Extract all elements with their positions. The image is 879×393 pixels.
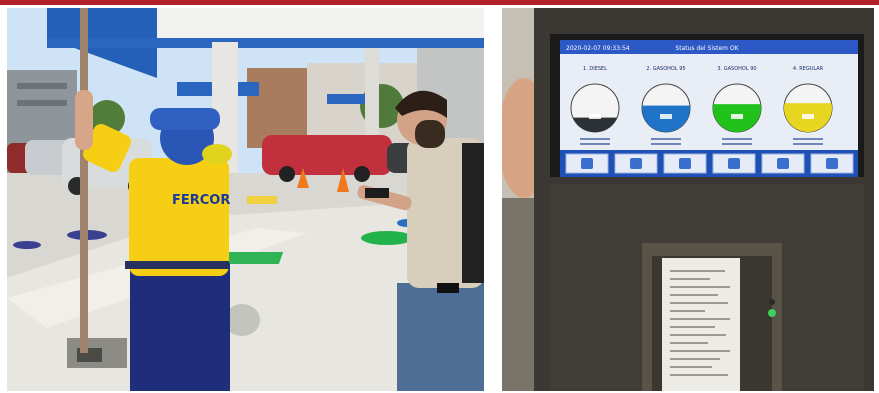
top-accent-bar [0, 0, 879, 5]
power-led [768, 309, 776, 317]
delivery-icon [679, 158, 691, 169]
shirt-logo: FERCOR [172, 193, 230, 208]
tank-name: 2. GASOHOL 95 [646, 66, 685, 72]
phone [365, 188, 389, 198]
photo-tank-monitor: 2020-02-07 09:33:54 Status del Sistem OK… [502, 8, 874, 391]
status-title: Status del Sistem OK [675, 45, 739, 52]
printed-receipt [662, 258, 740, 391]
status-timestamp: 2020-02-07 09:33:54 [566, 45, 630, 52]
printer-icon [777, 158, 789, 169]
tank-name: 1. DIESEL [583, 66, 607, 72]
tank-name: 3. GASOHOL 90 [717, 66, 756, 72]
photo-gas-station: FERCOR [7, 8, 484, 391]
leak-icon [728, 158, 740, 169]
green-marker [361, 231, 413, 245]
report-icon [581, 158, 593, 169]
tank-name: 4. REGULAR [793, 66, 824, 72]
measuring-rod [80, 8, 88, 353]
setup-icon [826, 158, 838, 169]
tank-icon [630, 158, 642, 169]
